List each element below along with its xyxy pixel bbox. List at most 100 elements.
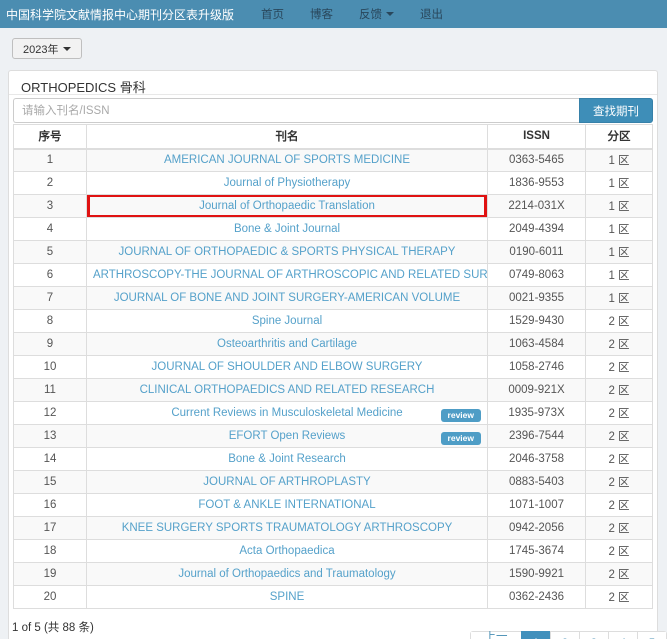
journal-zone: 2 区 <box>586 333 653 356</box>
category-title: ORTHOPEDICS 骨科 <box>9 71 657 95</box>
journal-link[interactable]: JOURNAL OF BONE AND JOINT SURGERY-AMERIC… <box>114 292 460 304</box>
nav-item-0[interactable]: 首页 <box>248 6 297 22</box>
row-index: 5 <box>14 241 87 264</box>
journal-name-cell: Journal of Physiotherapy <box>87 172 488 195</box>
row-index: 8 <box>14 310 87 333</box>
journal-zone: 1 区 <box>586 218 653 241</box>
nav-item-2[interactable]: 反馈 <box>346 6 407 22</box>
table-row: 9Osteoarthritis and Cartilage1063-45842 … <box>14 333 653 356</box>
row-index: 10 <box>14 356 87 379</box>
journal-zone: 2 区 <box>586 402 653 425</box>
journal-issn: 1836-9553 <box>488 172 586 195</box>
journal-issn: 2049-4394 <box>488 218 586 241</box>
row-index: 19 <box>14 563 87 586</box>
table-row: 5 JOURNAL OF ORTHOPAEDIC & SPORTS PHYSICA… <box>14 241 653 264</box>
table-row: 19 Journal of Orthopaedics and Traumatolo… <box>14 563 653 586</box>
row-index: 12 <box>14 402 87 425</box>
journal-link[interactable]: FOOT & ANKLE INTERNATIONAL <box>198 499 375 511</box>
journal-zone: 1 区 <box>586 149 653 172</box>
row-index: 13 <box>14 425 87 448</box>
row-index: 3 <box>14 195 87 218</box>
pagination-page-2[interactable]: 2 <box>550 631 580 639</box>
journal-zone: 2 区 <box>586 425 653 448</box>
row-index: 6 <box>14 264 87 287</box>
journal-link[interactable]: Bone & Joint Research <box>228 453 346 465</box>
journal-link[interactable]: Spine Journal <box>252 315 322 327</box>
journal-zone: 1 区 <box>586 287 653 310</box>
journal-issn: 1529-9430 <box>488 310 586 333</box>
journal-zone: 1 区 <box>586 172 653 195</box>
review-badge: review <box>441 409 481 422</box>
search-journal-button[interactable]: 查找期刊 <box>579 98 653 123</box>
journal-panel: ORTHOPEDICS 骨科 查找期刊 序号 刊名 ISSN 分区 1 AMERI… <box>8 70 658 639</box>
table-row: 15JOURNAL OF ARTHROPLASTY0883-54032 区 <box>14 471 653 494</box>
journal-link[interactable]: Current Reviews in Musculoskeletal Medic… <box>171 407 402 419</box>
site-title[interactable]: 中国科学院文献情报中心期刊分区表升级版 <box>6 6 234 23</box>
row-index: 1 <box>14 149 87 172</box>
journal-zone: 2 区 <box>586 448 653 471</box>
journal-link[interactable]: Acta Orthopaedica <box>239 545 334 557</box>
journal-link[interactable]: Journal of Orthopaedics and Traumatology <box>178 568 395 580</box>
journal-issn: 0190-6011 <box>488 241 586 264</box>
journal-name-cell: EFORT Open Reviews review <box>87 425 488 448</box>
journal-link[interactable]: KNEE SURGERY SPORTS TRAUMATOLOGY ARTHROS… <box>122 522 453 534</box>
table-row: 11CLINICAL ORTHOPAEDICS AND RELATED RESE… <box>14 379 653 402</box>
journal-link[interactable]: ARTHROSCOPY-THE JOURNAL OF ARTHROSCOPIC … <box>93 269 488 281</box>
journal-link[interactable]: Bone & Joint Journal <box>234 223 340 235</box>
table-row: 18Acta Orthopaedica1745-36742 区 <box>14 540 653 563</box>
table-row: 12 Current Reviews in Musculoskeletal Med… <box>14 402 653 425</box>
search-input[interactable] <box>13 98 579 123</box>
journal-name-cell: SPINE <box>87 586 488 609</box>
journal-issn: 1935-973X <box>488 402 586 425</box>
nav-item-3[interactable]: 退出 <box>407 6 456 22</box>
pagination: 上一页12345 <box>470 631 667 639</box>
journal-issn: 2214-031X <box>488 195 586 218</box>
journal-zone: 1 区 <box>586 241 653 264</box>
journal-link[interactable]: JOURNAL OF ORTHOPAEDIC & SPORTS PHYSICAL… <box>119 246 456 258</box>
journal-name-cell: Bone & Joint Research <box>87 448 488 471</box>
journal-link[interactable]: Journal of Orthopaedic Translation <box>199 200 375 212</box>
journal-link[interactable]: SPINE <box>270 591 305 603</box>
journal-table: 序号 刊名 ISSN 分区 1 AMERICAN JOURNAL OF SPORT… <box>13 124 653 609</box>
table-row: 16FOOT & ANKLE INTERNATIONAL1071-10072 区 <box>14 494 653 517</box>
journal-issn: 0363-5465 <box>488 149 586 172</box>
pagination-prev-button[interactable]: 上一页 <box>470 631 522 639</box>
journal-link[interactable]: Osteoarthritis and Cartilage <box>217 338 357 350</box>
journal-link[interactable]: JOURNAL OF SHOULDER AND ELBOW SURGERY <box>152 361 423 373</box>
journal-link[interactable]: CLINICAL ORTHOPAEDICS AND RELATED RESEAR… <box>140 384 435 396</box>
top-navbar: 中国科学院文献情报中心期刊分区表升级版 首页博客反馈退出 <box>0 0 667 28</box>
caret-down-icon <box>386 12 394 16</box>
table-row: 17KNEE SURGERY SPORTS TRAUMATOLOGY ARTHR… <box>14 517 653 540</box>
journal-name-cell: JOURNAL OF ARTHROPLASTY <box>87 471 488 494</box>
table-row: 3 Journal of Orthopaedic Translation 2214-… <box>14 195 653 218</box>
table-header-row: 序号 刊名 ISSN 分区 <box>14 125 653 149</box>
journal-name-cell: CLINICAL ORTHOPAEDICS AND RELATED RESEAR… <box>87 379 488 402</box>
search-group: 查找期刊 <box>13 98 653 123</box>
pagination-page-1[interactable]: 1 <box>521 631 551 639</box>
journal-issn: 1745-3674 <box>488 540 586 563</box>
table-row: 7 JOURNAL OF BONE AND JOINT SURGERY-AMERI… <box>14 287 653 310</box>
journal-link[interactable]: Journal of Physiotherapy <box>224 177 351 189</box>
journal-link[interactable]: AMERICAN JOURNAL OF SPORTS MEDICINE <box>164 154 410 166</box>
journal-name-cell: ARTHROSCOPY-THE JOURNAL OF ARTHROSCOPIC … <box>87 264 488 287</box>
journal-zone: 2 区 <box>586 517 653 540</box>
row-index: 7 <box>14 287 87 310</box>
year-dropdown-button[interactable]: 2023年 <box>12 38 82 59</box>
row-index: 9 <box>14 333 87 356</box>
journal-issn: 1058-2746 <box>488 356 586 379</box>
journal-zone: 2 区 <box>586 494 653 517</box>
table-row: 13EFORT Open Reviewsreview2396-75442 区 <box>14 425 653 448</box>
nav-item-1[interactable]: 博客 <box>297 6 346 22</box>
pagination-page-4[interactable]: 4 <box>608 631 638 639</box>
pagination-page-3[interactable]: 3 <box>579 631 609 639</box>
journal-link[interactable]: EFORT Open Reviews <box>229 430 346 442</box>
journal-name-cell: AMERICAN JOURNAL OF SPORTS MEDICINE <box>87 149 488 172</box>
pagination-page-5[interactable]: 5 <box>637 631 667 639</box>
journal-zone: 2 区 <box>586 563 653 586</box>
review-badge: review <box>441 432 481 445</box>
journal-name-cell: KNEE SURGERY SPORTS TRAUMATOLOGY ARTHROS… <box>87 517 488 540</box>
journal-link[interactable]: JOURNAL OF ARTHROPLASTY <box>203 476 370 488</box>
table-row: 4Bone & Joint Journal2049-43941 区 <box>14 218 653 241</box>
journal-name-cell: FOOT & ANKLE INTERNATIONAL <box>87 494 488 517</box>
journal-zone: 2 区 <box>586 471 653 494</box>
